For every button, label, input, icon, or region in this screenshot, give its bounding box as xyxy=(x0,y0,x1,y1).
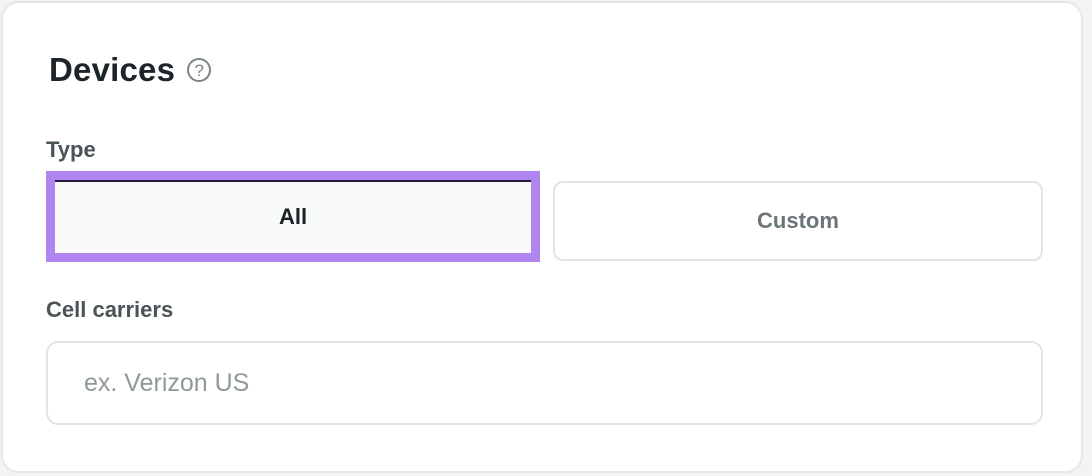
devices-header: Devices ? xyxy=(49,47,212,93)
cell-carriers-input[interactable] xyxy=(46,341,1043,425)
question-circle-icon[interactable]: ? xyxy=(187,58,212,82)
type-option-custom[interactable]: Custom xyxy=(553,181,1043,261)
cell-carriers-label: Cell carriers xyxy=(46,297,174,322)
type-option-all[interactable]: All xyxy=(46,171,540,262)
devices-title: Devices xyxy=(49,51,176,88)
type-label: Type xyxy=(46,137,96,162)
